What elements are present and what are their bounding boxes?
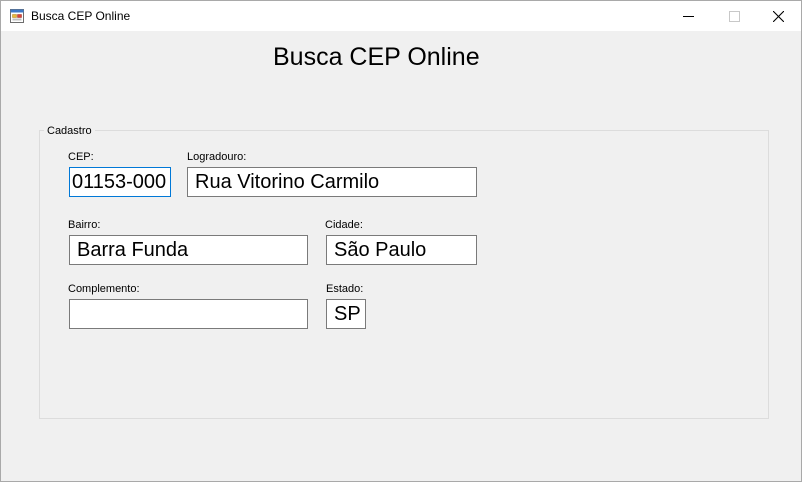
groupbox-title: Cadastro	[44, 125, 95, 137]
logradouro-input[interactable]	[187, 167, 477, 197]
main-window: Busca CEP Online Busca CEP Online Cadast…	[0, 0, 802, 482]
form-heading: Busca CEP Online	[273, 43, 480, 71]
cidade-label: Cidade:	[325, 219, 363, 231]
cep-input[interactable]	[69, 167, 171, 197]
minimize-button[interactable]	[665, 1, 711, 31]
cep-label: CEP:	[68, 151, 94, 163]
title-bar[interactable]: Busca CEP Online	[1, 1, 801, 31]
close-button[interactable]	[755, 1, 801, 31]
close-icon	[773, 11, 784, 22]
cidade-input[interactable]	[326, 235, 477, 265]
maximize-button[interactable]	[711, 1, 757, 31]
bairro-label: Bairro:	[68, 219, 101, 231]
complemento-label: Complemento:	[68, 283, 140, 295]
estado-input[interactable]	[326, 299, 366, 329]
minimize-icon	[683, 16, 694, 17]
estado-label: Estado:	[326, 283, 364, 295]
bairro-input[interactable]	[69, 235, 308, 265]
app-form-icon	[10, 9, 24, 23]
window-title: Busca CEP Online	[31, 9, 131, 23]
complemento-input[interactable]	[69, 299, 308, 329]
maximize-icon	[729, 11, 740, 22]
logradouro-label: Logradouro:	[187, 151, 247, 163]
